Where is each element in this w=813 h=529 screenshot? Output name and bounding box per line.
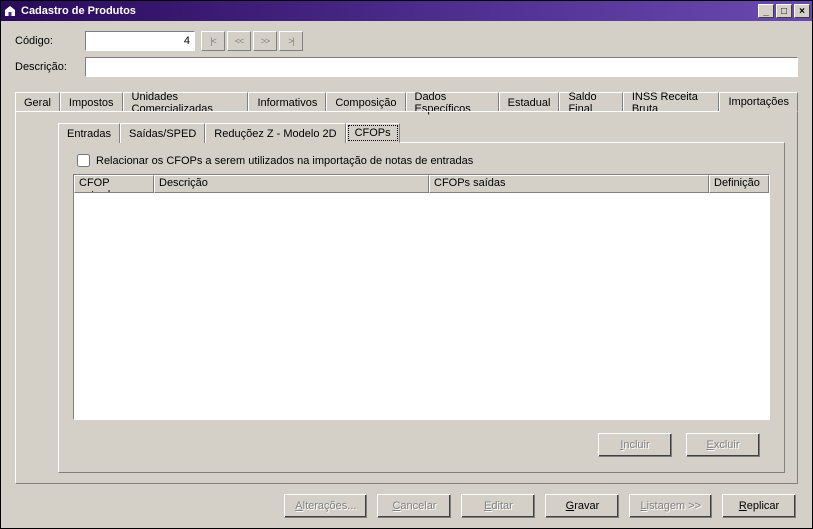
cancelar-button[interactable]: Cancelar <box>377 494 451 518</box>
tab-dados[interactable]: Dados Específicos <box>406 92 499 112</box>
tab-estadual[interactable]: Estadual <box>499 92 560 112</box>
content-area: Código: |< << >> >| Descrição: Geral Imp… <box>1 21 812 528</box>
window-title: Cadastro de Produtos <box>21 5 756 17</box>
app-icon <box>3 4 17 18</box>
inner-tab-entradas[interactable]: Entradas <box>58 123 120 143</box>
relacionar-cfops-label: Relacionar os CFOPs a serem utilizados n… <box>96 155 473 167</box>
cfops-grid[interactable]: CFOP entrada Descrição CFOPs saídas Defi… <box>73 174 770 420</box>
maximize-button[interactable]: □ <box>776 4 792 18</box>
window-root: Cadastro de Produtos _ □ × Código: |< <<… <box>0 0 813 529</box>
editar-button[interactable]: Editar <box>461 494 535 518</box>
top-fields: Código: |< << >> >| Descrição: <box>15 31 798 83</box>
footer-buttons: Alterações... Cancelar Editar Gravar Lis… <box>15 494 798 520</box>
tab-geral[interactable]: Geral <box>15 92 60 112</box>
excluir-button[interactable]: Excluir <box>686 433 760 457</box>
tab-importacoes[interactable]: Importações <box>719 92 798 112</box>
col-definicao[interactable]: Definição <box>709 175 769 193</box>
inner-tab-body: Relacionar os CFOPs a serem utilizados n… <box>58 142 785 473</box>
minimize-button[interactable]: _ <box>758 4 774 18</box>
inner-buttons: Incluir Excluir <box>73 430 770 460</box>
tab-informativos[interactable]: Informativos <box>248 92 326 112</box>
listagem-button[interactable]: Listagem >> <box>629 494 712 518</box>
main-tab-strip: Geral Impostos Unidades Comercializadas … <box>15 91 798 111</box>
checkbox-row: Relacionar os CFOPs a serem utilizados n… <box>73 151 770 170</box>
descricao-input[interactable] <box>85 57 798 77</box>
tab-inss[interactable]: INSS Receita Bruta <box>623 92 720 112</box>
col-descricao[interactable]: Descrição <box>154 175 429 193</box>
codigo-input[interactable] <box>85 31 195 51</box>
tab-saldo-final[interactable]: Saldo Final <box>559 92 622 112</box>
main-tab-body: Entradas Saídas/SPED Reduçõez Z - Modelo… <box>15 111 798 484</box>
nav-last-button[interactable]: >| <box>279 31 303 51</box>
replicar-button[interactable]: Replicar <box>722 494 796 518</box>
nav-prev-button[interactable]: << <box>227 31 251 51</box>
inner-tab-saidas[interactable]: Saídas/SPED <box>120 123 205 143</box>
alteracoes-button[interactable]: Alterações... <box>284 494 367 518</box>
nav-next-button[interactable]: >> <box>253 31 277 51</box>
col-cfops-saidas[interactable]: CFOPs saídas <box>429 175 709 193</box>
gravar-button[interactable]: Gravar <box>545 494 619 518</box>
titlebar: Cadastro de Produtos _ □ × <box>1 1 812 21</box>
col-cfop-entrada[interactable]: CFOP entrada <box>74 175 154 193</box>
grid-header: CFOP entrada Descrição CFOPs saídas Defi… <box>74 175 769 193</box>
inner-tab-cfops[interactable]: CFOPs <box>346 123 400 143</box>
incluir-button[interactable]: Incluir <box>598 433 672 457</box>
tab-impostos[interactable]: Impostos <box>60 92 123 112</box>
codigo-label: Código: <box>15 35 85 47</box>
tab-unidades[interactable]: Unidades Comercializadas <box>123 92 249 112</box>
close-button[interactable]: × <box>794 4 810 18</box>
nav-first-button[interactable]: |< <box>201 31 225 51</box>
relacionar-cfops-checkbox[interactable] <box>77 154 90 167</box>
tab-composicao[interactable]: Composição <box>326 92 405 112</box>
inner-tab-reducoes[interactable]: Reduçõez Z - Modelo 2D <box>205 123 345 143</box>
inner-tab-strip: Entradas Saídas/SPED Reduçõez Z - Modelo… <box>58 122 785 142</box>
grid-body[interactable] <box>74 193 769 419</box>
descricao-label: Descrição: <box>15 61 85 73</box>
